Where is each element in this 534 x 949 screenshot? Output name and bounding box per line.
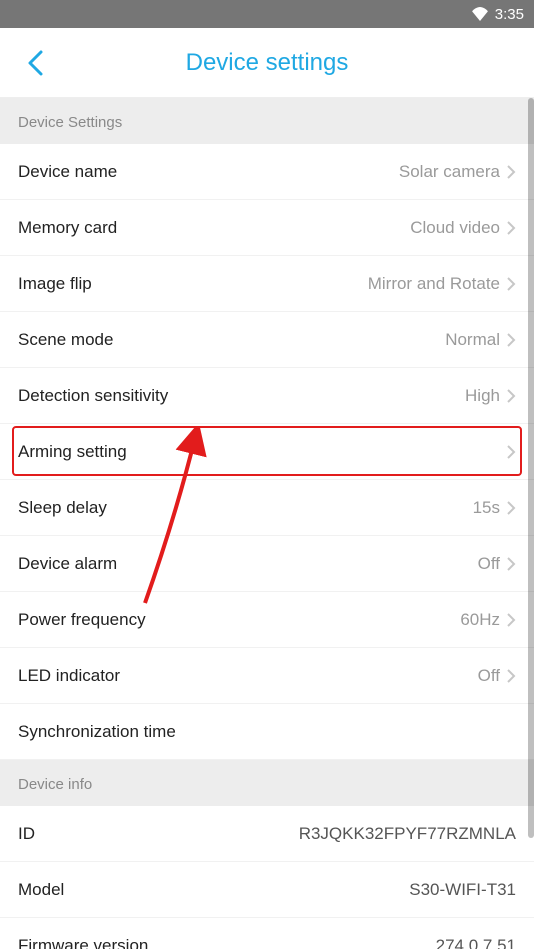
row-scene-mode[interactable]: Scene mode Normal [0, 312, 534, 368]
row-memory-card[interactable]: Memory card Cloud video [0, 200, 534, 256]
chevron-right-icon [506, 220, 516, 236]
scrollbar-thumb[interactable] [528, 98, 534, 838]
content-scroll: Device Settings Device name Solar camera… [0, 98, 534, 949]
row-value: 274.0.7.51 [436, 936, 516, 949]
status-time: 3:35 [495, 6, 524, 23]
row-label: Sleep delay [18, 498, 107, 518]
back-button[interactable] [18, 45, 54, 81]
row-model: Model S30-WIFI-T31 [0, 862, 534, 918]
row-value: Mirror and Rotate [368, 274, 500, 294]
row-value: Off [478, 554, 500, 574]
chevron-right-icon [506, 332, 516, 348]
row-value: S30-WIFI-T31 [409, 880, 516, 900]
section-header-device-info: Device info [0, 760, 534, 806]
row-label: Image flip [18, 274, 92, 294]
row-power-frequency[interactable]: Power frequency 60Hz [0, 592, 534, 648]
row-image-flip[interactable]: Image flip Mirror and Rotate [0, 256, 534, 312]
row-value: Off [478, 666, 500, 686]
row-sleep-delay[interactable]: Sleep delay 15s [0, 480, 534, 536]
row-label: Device name [18, 162, 117, 182]
row-led-indicator[interactable]: LED indicator Off [0, 648, 534, 704]
wifi-icon [471, 7, 489, 21]
row-arming-setting[interactable]: Arming setting [0, 424, 534, 480]
chevron-right-icon [506, 612, 516, 628]
chevron-right-icon [506, 276, 516, 292]
chevron-right-icon [506, 500, 516, 516]
row-label: Memory card [18, 218, 117, 238]
row-device-name[interactable]: Device name Solar camera [0, 144, 534, 200]
chevron-right-icon [506, 668, 516, 684]
chevron-right-icon [506, 556, 516, 572]
row-value: Normal [445, 330, 500, 350]
section-header-device-settings: Device Settings [0, 98, 534, 144]
row-detection-sensitivity[interactable]: Detection sensitivity High [0, 368, 534, 424]
row-label: Model [18, 880, 64, 900]
row-value: Solar camera [399, 162, 500, 182]
row-label: LED indicator [18, 666, 120, 686]
row-device-alarm[interactable]: Device alarm Off [0, 536, 534, 592]
row-label: Device alarm [18, 554, 117, 574]
page-title: Device settings [186, 49, 349, 77]
row-value: Cloud video [410, 218, 500, 238]
row-label: ID [18, 824, 35, 844]
row-synchronization-time[interactable]: Synchronization time [0, 704, 534, 760]
row-label: Arming setting [18, 442, 127, 462]
status-bar: 3:35 [0, 0, 534, 28]
row-value: 60Hz [460, 610, 500, 630]
app-header: Device settings [0, 28, 534, 98]
row-value: R3JQKK32FPYF77RZMNLA [299, 824, 516, 844]
row-label: Power frequency [18, 610, 146, 630]
row-id: ID R3JQKK32FPYF77RZMNLA [0, 806, 534, 862]
row-label: Detection sensitivity [18, 386, 168, 406]
row-label: Scene mode [18, 330, 113, 350]
chevron-right-icon [506, 164, 516, 180]
row-label: Synchronization time [18, 722, 176, 742]
row-value: 15s [473, 498, 500, 518]
row-label: Firmware version [18, 936, 148, 949]
chevron-right-icon [506, 444, 516, 460]
scrollbar[interactable] [528, 98, 534, 949]
chevron-right-icon [506, 388, 516, 404]
chevron-left-icon [26, 49, 46, 77]
row-value: High [465, 386, 500, 406]
row-firmware: Firmware version 274.0.7.51 [0, 918, 534, 949]
